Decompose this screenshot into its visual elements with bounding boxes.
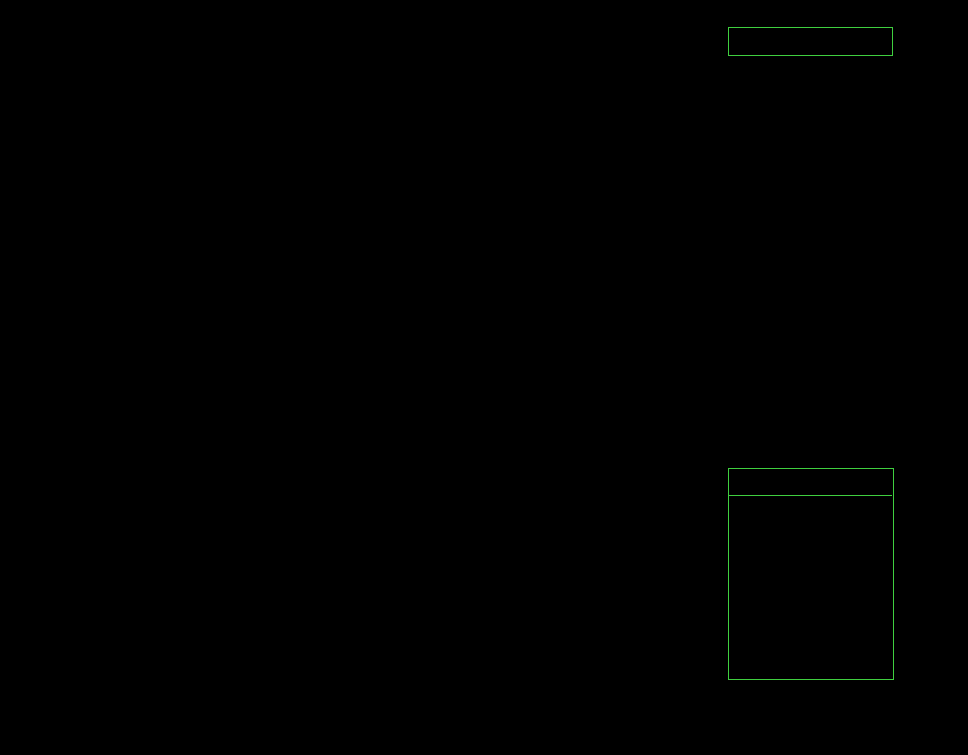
- autoscala-output-table: [728, 27, 893, 56]
- autoscala-table-title: [729, 28, 892, 55]
- bottom-ionogram-plot: [0, 458, 968, 755]
- aip-output-table: [728, 468, 892, 499]
- aip-table-title: [728, 468, 892, 496]
- thumbnail-evidence-f2-trace: [640, 328, 893, 428]
- thumbnail-original-ionogram: [36, 328, 289, 428]
- autoscala-window: [0, 0, 968, 755]
- top-ionogram-plot: [0, 20, 968, 320]
- thumbnail-eliminate-reflections: [337, 328, 590, 428]
